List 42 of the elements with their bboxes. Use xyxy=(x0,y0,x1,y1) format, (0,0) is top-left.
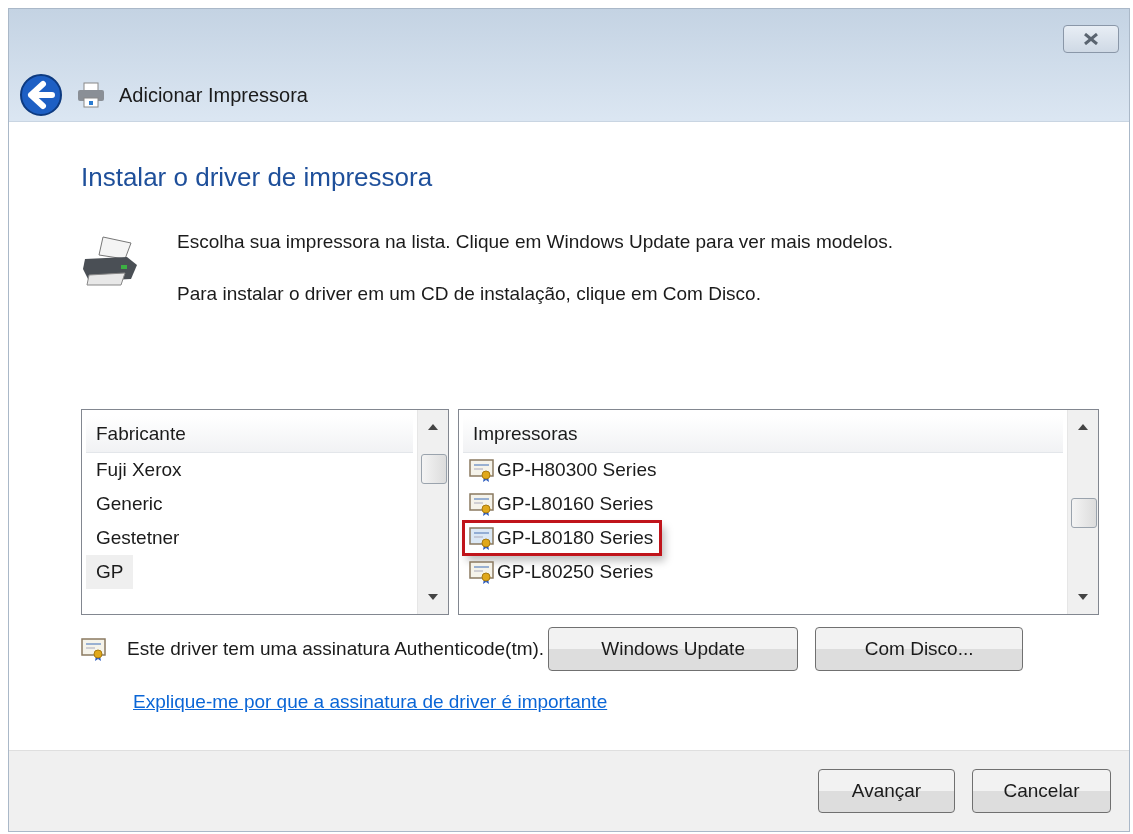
item-label: GP-L80160 Series xyxy=(497,493,654,515)
windows-update-button[interactable]: Windows Update xyxy=(548,627,799,671)
instruction-text: Para instalar o driver em um CD de instalação, clique em Com Disco. xyxy=(177,283,762,305)
certificate-icon xyxy=(469,526,495,550)
list-item[interactable]: GP-L80250 Series xyxy=(463,555,662,589)
window-title: Adicionar Impressora xyxy=(119,83,308,107)
cancel-button[interactable]: Cancelar xyxy=(972,769,1111,813)
instruction-text: Escolha sua impressora na lista. Clique em Windows Update para ver mais modelos. xyxy=(177,231,893,253)
have-disk-button[interactable]: Com Disco... xyxy=(815,627,1024,671)
item-label: GP-H80300 Series xyxy=(497,459,657,481)
close-icon xyxy=(1083,33,1099,45)
scroll-down-icon[interactable] xyxy=(428,594,438,600)
list-box[interactable]: Impressoras GP-H80300 Series GP-L80160 Series GP-L80180 Series GP-L80250 Series xyxy=(458,409,1099,615)
back-icon[interactable] xyxy=(19,73,63,117)
list-item[interactable]: GP xyxy=(86,555,134,589)
scroll-thumb[interactable] xyxy=(1071,498,1097,528)
list-item[interactable]: Fuji Xerox xyxy=(86,453,190,487)
printer-icon xyxy=(77,82,105,108)
list-item[interactable]: GP-L80160 Series xyxy=(463,487,662,521)
scroll-thumb[interactable] xyxy=(421,454,447,484)
scroll-down-icon[interactable] xyxy=(1078,594,1088,600)
list-item[interactable]: Gestetner xyxy=(86,521,188,555)
item-label: GP-L80250 Series xyxy=(497,561,654,583)
page-heading: Instalar o driver de impressora xyxy=(81,162,434,193)
help-link[interactable]: Explique-me por que a assinatura de driver é importante xyxy=(133,691,608,713)
signature-text: Este driver tem uma assinatura Authenticode(tm). xyxy=(127,638,545,660)
scrollbar[interactable] xyxy=(417,410,448,614)
printer-icon xyxy=(81,235,139,287)
certificate-icon xyxy=(469,492,495,516)
list-box[interactable]: Fabricante Fuji Xerox Generic Gestetner GP xyxy=(81,409,449,615)
certificate-icon xyxy=(469,560,495,584)
list-item[interactable]: Generic xyxy=(86,487,171,521)
scrollbar[interactable] xyxy=(1067,410,1098,614)
scroll-up-icon[interactable] xyxy=(428,424,438,430)
certificate-icon xyxy=(81,637,107,661)
item-label: GP-L80180 Series xyxy=(497,527,654,549)
list-item[interactable]: GP-H80300 Series xyxy=(463,453,665,487)
scroll-up-icon[interactable] xyxy=(1078,424,1088,430)
next-button[interactable]: Avançar xyxy=(818,769,955,813)
close-button[interactable] xyxy=(1063,25,1119,53)
certificate-icon xyxy=(469,458,495,482)
list-item[interactable]: GP-L80180 Series xyxy=(463,521,662,555)
